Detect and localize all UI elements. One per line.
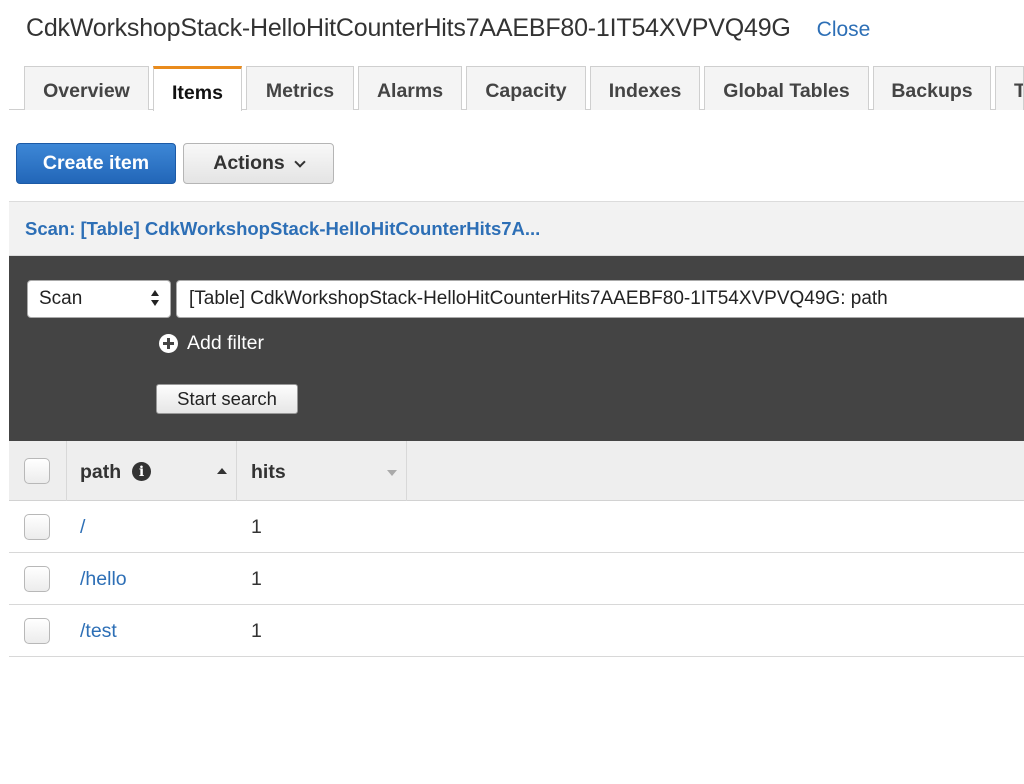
table-row: /test 1: [9, 605, 1024, 657]
select-arrows-icon: [150, 290, 160, 308]
row-checkbox[interactable]: [24, 566, 50, 592]
title-bar: CdkWorkshopStack-HelloHitCounterHits7AAE…: [26, 14, 870, 43]
tab-indexes[interactable]: Indexes: [590, 66, 700, 110]
column-header-hits[interactable]: hits: [251, 461, 286, 484]
add-filter-label: Add filter: [187, 332, 264, 354]
add-filter-button[interactable]: Add filter: [159, 332, 264, 355]
actions-button-label: Actions: [213, 152, 285, 174]
scan-header: Scan: [Table] CdkWorkshopStack-HelloHitC…: [9, 201, 1024, 256]
column-divider[interactable]: [236, 441, 237, 501]
plus-circle-icon: [159, 334, 178, 353]
table-header: path i hits: [9, 441, 1024, 501]
tab-items[interactable]: Items: [153, 66, 242, 111]
create-item-button[interactable]: Create item: [16, 143, 176, 184]
select-all-checkbox[interactable]: [24, 458, 50, 484]
index-select[interactable]: [Table] CdkWorkshopStack-HelloHitCounter…: [176, 280, 1024, 318]
sort-descending-icon[interactable]: [387, 470, 397, 476]
info-icon[interactable]: i: [132, 462, 151, 481]
sort-ascending-icon[interactable]: [217, 468, 227, 474]
column-divider[interactable]: [406, 441, 407, 501]
table-row: /hello 1: [9, 553, 1024, 605]
hits-value: 1: [251, 568, 262, 590]
path-link[interactable]: /: [80, 516, 85, 539]
column-divider: [66, 441, 67, 501]
tab-bar: Overview Items Metrics Alarms Capacity I…: [9, 66, 1024, 111]
tab-global-tables[interactable]: Global Tables: [704, 66, 869, 110]
row-checkbox[interactable]: [24, 514, 50, 540]
row-checkbox[interactable]: [24, 618, 50, 644]
path-link[interactable]: /hello: [80, 568, 127, 591]
tab-capacity[interactable]: Capacity: [466, 66, 586, 110]
column-header-path[interactable]: path: [80, 461, 121, 484]
scan-header-text: Scan: [Table] CdkWorkshopStack-HelloHitC…: [25, 217, 541, 239]
page-title: CdkWorkshopStack-HelloHitCounterHits7AAE…: [26, 14, 791, 42]
hits-value: 1: [251, 620, 262, 642]
scan-mode-select[interactable]: Scan: [27, 280, 171, 318]
tab-truncated[interactable]: T: [995, 66, 1024, 110]
table-row: / 1: [9, 501, 1024, 553]
actions-button[interactable]: Actions: [183, 143, 334, 184]
chevron-down-icon: [294, 155, 306, 168]
tab-alarms[interactable]: Alarms: [358, 66, 462, 110]
filter-panel: Scan [Table] CdkWorkshopStack-HelloHitCo…: [9, 256, 1024, 441]
path-link[interactable]: /test: [80, 620, 117, 643]
tab-overview[interactable]: Overview: [24, 66, 149, 110]
tab-metrics[interactable]: Metrics: [246, 66, 354, 110]
hits-value: 1: [251, 516, 262, 538]
close-link[interactable]: Close: [817, 18, 871, 42]
tab-backups[interactable]: Backups: [873, 66, 991, 110]
scan-mode-value: Scan: [39, 288, 83, 309]
start-search-button[interactable]: Start search: [156, 384, 298, 414]
